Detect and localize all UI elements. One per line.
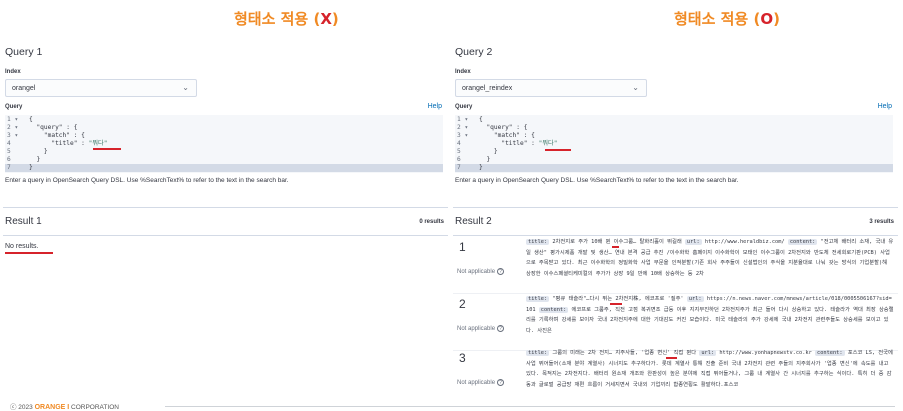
help-link[interactable]: Help [878,103,892,110]
editor-line: 6 } [457,156,491,163]
corporation-text: CORPORATION [71,404,119,411]
highlight-underline [666,357,677,359]
index-select[interactable]: orangel ⌄ [5,79,197,97]
chevron-down-icon: ⌄ [632,83,639,92]
result-number: 2 [459,297,466,311]
copyright-text: ⓒ 2023 [10,404,33,411]
index-label: Index [5,69,21,75]
editor-line: 3 ▾ "match" : { [7,132,85,139]
highlight-underline [545,149,571,151]
query-title: Query 2 [455,46,493,58]
result-body: title: 2차전지로 주가 10배 뛴 이수그룹… 탈화리홀이 뛰길래 ur… [526,239,894,277]
result-number: 1 [459,240,466,254]
query-panel-2: Query 2 Index orangel_reindex ⌄ Query He… [453,38,898,400]
help-circle-icon[interactable]: ? [497,379,505,386]
help-circle-icon[interactable]: ? [497,325,505,332]
chevron-down-icon: ⌄ [182,83,189,92]
query-hint: Enter a query in OpenSearch Query DSL. U… [455,177,739,184]
result-title: Result 1 [5,216,42,227]
divider [3,207,448,208]
editor-line-active: 7} [5,164,443,172]
result-body: title: "평큐 태슬라"…다시 뛰는 2차전지株, 에코프로 '질주' u… [526,296,894,334]
editor-line: 5 } [457,148,498,155]
heading-mark: O [760,10,774,28]
editor-line: 4 "title" : "뭐다" [7,140,108,147]
query-title: Query 1 [5,46,43,58]
heading-suffix: ) [331,10,339,28]
footer: ⓒ 2023 ORANGE I CORPORATION [10,401,119,411]
highlight-underline [610,303,622,305]
index-select-value: orangel [12,85,36,92]
not-applicable-label: Not applicable? [457,268,505,275]
divider [453,207,898,208]
index-label: Index [455,69,471,75]
divider [453,235,898,236]
heading-suffix: ) [773,10,780,28]
not-applicable-label: Not applicable? [457,325,505,332]
query-hint: Enter a query in OpenSearch Query DSL. U… [5,177,289,184]
brand-name: ORANGE I [34,404,70,411]
highlight-underline [93,148,121,150]
footer-divider [165,406,895,407]
heading-prefix: 형태소 적용 ( [674,10,761,28]
query-editor[interactable]: 1 ▾{ 2 ▾ "query" : { 3 ▾ "match" : { 4 "… [455,115,893,173]
help-circle-icon[interactable]: ? [497,268,505,275]
query-label: Query [455,104,473,110]
divider [3,235,448,236]
query-panel-1: Query 1 Index orangel ⌄ Query Help 1 ▾{ … [3,38,448,400]
heading-mark: X [320,10,332,28]
heading-morph-off: 형태소 적용 (X) [234,8,339,29]
editor-line-active: 7} [455,164,893,172]
editor-line: 6 } [7,156,41,163]
result-item[interactable]: 1 Not applicable? title: 2차전지로 주가 10배 뛴 … [453,237,898,292]
index-select[interactable]: orangel_reindex ⌄ [455,79,647,97]
editor-line: 2 ▾ "query" : { [457,124,528,131]
help-link[interactable]: Help [428,103,442,110]
heading-morph-on: 형태소 적용 (O) [674,8,780,29]
editor-line: 1 ▾{ [457,116,483,123]
heading-prefix: 형태소 적용 ( [234,10,321,28]
highlight-underline [612,246,619,248]
result-title: Result 2 [455,216,492,227]
editor-line: 4 "title" : "뭐다" [457,140,558,147]
result-body: title: 그룹의 미래는 2차 전지… 지주사들, '업종 변신' 직접 뛴… [526,350,893,388]
query-editor[interactable]: 1 ▾{ 2 ▾ "query" : { 3 ▾ "match" : { 4 "… [5,115,443,173]
editor-line: 5 } [7,148,48,155]
result-item[interactable]: 2 Not applicable? title: "평큐 태슬라"…다시 뛰는 … [453,294,898,349]
result-count: 0 results [419,219,444,225]
no-results-text: No results. [5,243,39,250]
query-label: Query [5,104,23,110]
highlight-underline [5,252,53,254]
index-select-value: orangel_reindex [462,85,513,92]
editor-line: 2 ▾ "query" : { [7,124,78,131]
editor-line: 1 ▾{ [7,116,33,123]
result-number: 3 [459,351,466,365]
result-count: 3 results [869,219,894,225]
editor-line: 3 ▾ "match" : { [457,132,535,139]
result-item[interactable]: 3 Not applicable? title: 그룹의 미래는 2차 전지… … [453,348,898,403]
not-applicable-label: Not applicable? [457,379,505,386]
